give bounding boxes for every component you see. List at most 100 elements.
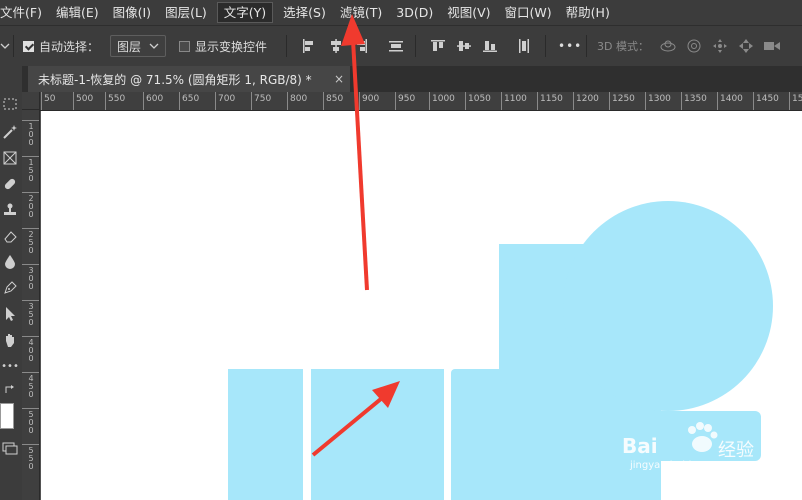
pen-tool-icon[interactable] bbox=[0, 278, 20, 298]
document-tab[interactable]: 未标题-1-恢复的 @ 71.5% (圆角矩形 1, RGB/8) * × bbox=[28, 66, 350, 92]
ruler-tick-line bbox=[22, 228, 39, 229]
menu-view[interactable]: 视图(V) bbox=[440, 0, 497, 25]
3d-mode-label: 3D 模式： bbox=[597, 40, 649, 53]
ruler-tick: 50 bbox=[40, 92, 56, 110]
ruler-tick: 200 bbox=[28, 194, 34, 219]
ruler-tick: 1350 bbox=[681, 92, 707, 110]
horizontal-ruler[interactable]: 50 500 550 600 650 700 750 800 850 900 9… bbox=[40, 92, 802, 111]
show-transform-checkbox[interactable] bbox=[179, 40, 190, 52]
document-tab-title: 未标题-1-恢复的 @ 71.5% (圆角矩形 1, RGB/8) * bbox=[38, 72, 312, 87]
frame-tool-icon[interactable] bbox=[0, 148, 20, 168]
ruler-tick-line bbox=[22, 408, 39, 409]
menu-window[interactable]: 窗口(W) bbox=[498, 0, 559, 25]
auto-select-label: 自动选择： bbox=[39, 39, 100, 54]
ruler-tick: 550 bbox=[28, 446, 34, 471]
watermark-suffix: 经验 bbox=[718, 440, 754, 461]
baidu-watermark: Bai 经验 jingyan.baidu.com bbox=[622, 420, 772, 482]
ruler-tick: 500 bbox=[72, 92, 94, 110]
ruler-tick: 1050 bbox=[465, 92, 491, 110]
show-transform-label: 显示变换控件 bbox=[195, 39, 268, 54]
chevron-down-icon bbox=[0, 43, 10, 49]
ruler-tick-line bbox=[22, 372, 39, 373]
ruler-tick-line bbox=[22, 120, 39, 121]
ruler-origin[interactable] bbox=[22, 92, 40, 110]
align-bottom-icon[interactable] bbox=[480, 36, 500, 56]
menu-image[interactable]: 图像(I) bbox=[106, 0, 158, 25]
menu-3d[interactable]: 3D(D) bbox=[389, 0, 440, 25]
ruler-tick-line bbox=[22, 264, 39, 265]
swap-colors-icon[interactable] bbox=[0, 380, 20, 400]
rounded-rectangle-shape[interactable] bbox=[311, 369, 444, 500]
ruler-tick: 900 bbox=[358, 92, 380, 110]
ruler-tick: 1150 bbox=[537, 92, 563, 110]
foreground-color-swatch[interactable] bbox=[0, 403, 14, 429]
ruler-tick: 1300 bbox=[645, 92, 671, 110]
chevron-down-icon bbox=[149, 43, 159, 49]
ruler-tick: 850 bbox=[322, 92, 344, 110]
close-tab-icon[interactable]: × bbox=[334, 72, 344, 86]
rectangle-shape[interactable] bbox=[228, 369, 303, 500]
document-canvas[interactable]: Bai 经验 jingyan.baidu.com bbox=[41, 111, 802, 500]
magic-wand-tool-icon[interactable] bbox=[0, 122, 20, 142]
menu-bar: 文件(F) 编辑(E) 图像(I) 图层(L) 文字(Y) 选择(S) 滤镜(T… bbox=[0, 0, 802, 25]
healing-brush-tool-icon[interactable] bbox=[0, 174, 20, 194]
distribute-icon[interactable] bbox=[386, 36, 406, 56]
ruler-tick-line bbox=[22, 156, 39, 157]
circle-shape[interactable] bbox=[563, 201, 773, 411]
ruler-tick: 1000 bbox=[429, 92, 455, 110]
ruler-tick: 650 bbox=[178, 92, 200, 110]
eraser-tool-icon[interactable] bbox=[0, 226, 20, 246]
ruler-tick: 1450 bbox=[753, 92, 779, 110]
3d-roll-icon[interactable] bbox=[684, 36, 704, 56]
align-top-icon[interactable] bbox=[428, 36, 448, 56]
options-bar: 自动选择： 图层 显示变换控件 ••• 3D 模式： bbox=[0, 25, 802, 67]
3d-camera-icon[interactable] bbox=[762, 36, 782, 56]
align-vertical-center-icon[interactable] bbox=[454, 36, 474, 56]
more-options-button[interactable]: ••• bbox=[558, 26, 582, 66]
watermark-brand: Bai bbox=[622, 434, 658, 458]
align-horizontal-center-icon[interactable] bbox=[326, 36, 346, 56]
3d-pan-icon[interactable] bbox=[710, 36, 730, 56]
screen-mode-icon[interactable] bbox=[0, 438, 20, 458]
menu-select[interactable]: 选择(S) bbox=[276, 0, 333, 25]
ruler-tick: 750 bbox=[250, 92, 272, 110]
ruler-tick: 950 bbox=[394, 92, 416, 110]
blur-tool-icon[interactable] bbox=[0, 252, 20, 272]
ruler-tick: 1100 bbox=[501, 92, 527, 110]
ruler-tick: 1500 bbox=[789, 92, 802, 110]
menu-edit[interactable]: 编辑(E) bbox=[49, 0, 106, 25]
ruler-tick: 350 bbox=[28, 302, 34, 327]
ruler-tick-line bbox=[22, 192, 39, 193]
marquee-tool-icon[interactable] bbox=[0, 94, 20, 114]
ruler-tick: 450 bbox=[28, 374, 34, 399]
menu-help[interactable]: 帮助(H) bbox=[559, 0, 617, 25]
vertical-ruler[interactable]: 100 150 200 250 300 350 400 450 500 550 bbox=[22, 110, 40, 500]
ruler-tick: 800 bbox=[286, 92, 308, 110]
ruler-tick: 1400 bbox=[717, 92, 743, 110]
hand-tool-icon[interactable] bbox=[0, 330, 20, 350]
ruler-tick: 1200 bbox=[573, 92, 599, 110]
3d-slide-icon[interactable] bbox=[736, 36, 756, 56]
ruler-tick: 150 bbox=[28, 158, 34, 183]
ruler-tick: 500 bbox=[28, 410, 34, 435]
menu-filter[interactable]: 滤镜(T) bbox=[333, 0, 389, 25]
auto-select-target-dropdown[interactable]: 图层 bbox=[110, 35, 167, 57]
menu-layer[interactable]: 图层(L) bbox=[158, 0, 214, 25]
align-left-icon[interactable] bbox=[299, 36, 319, 56]
menu-file[interactable]: 文件(F) bbox=[0, 0, 49, 25]
ruler-tick: 100 bbox=[28, 122, 34, 147]
ruler-tick-line bbox=[22, 336, 39, 337]
align-right-icon[interactable] bbox=[351, 36, 371, 56]
path-selection-tool-icon[interactable] bbox=[0, 304, 20, 324]
auto-select-checkbox[interactable] bbox=[23, 40, 34, 52]
distribute-vertical-icon[interactable] bbox=[514, 36, 534, 56]
3d-orbit-icon[interactable] bbox=[658, 36, 678, 56]
clone-stamp-tool-icon[interactable] bbox=[0, 200, 20, 220]
menu-type[interactable]: 文字(Y) bbox=[216, 2, 274, 23]
ruler-tick: 600 bbox=[142, 92, 164, 110]
auto-select-target-value: 图层 bbox=[117, 39, 142, 54]
ruler-tick: 550 bbox=[104, 92, 126, 110]
tool-preset-chevron[interactable] bbox=[0, 26, 10, 66]
more-tools-icon[interactable]: ••• bbox=[0, 356, 20, 376]
ruler-tick: 250 bbox=[28, 230, 34, 255]
